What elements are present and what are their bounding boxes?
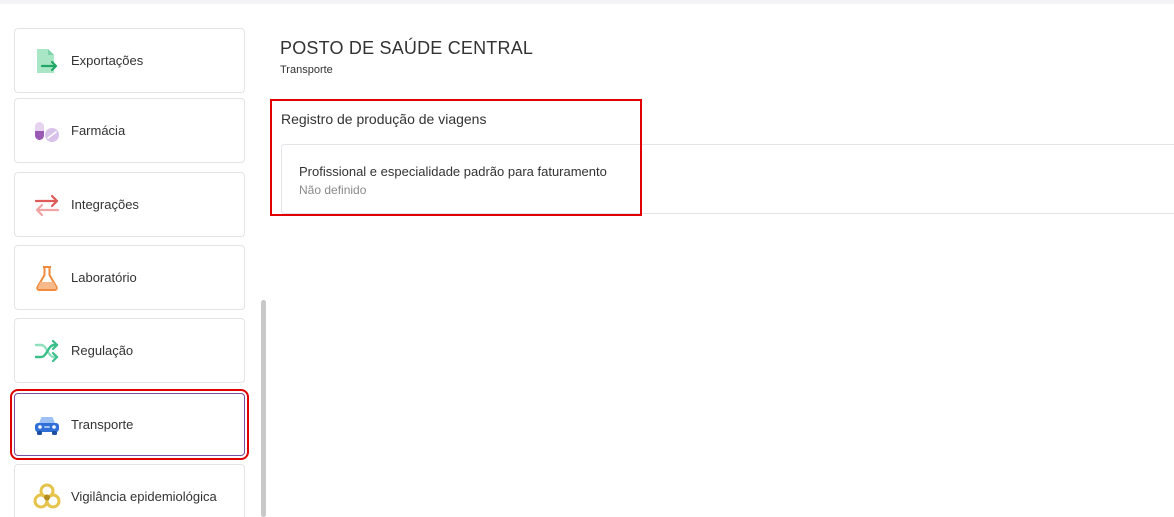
biohazard-icon bbox=[33, 483, 61, 511]
sidebar-item-exportacoes[interactable]: Exportações bbox=[14, 28, 245, 93]
billing-default-setting[interactable]: Profissional e especialidade padrão para… bbox=[281, 144, 1174, 214]
section-title: Registro de produção de viagens bbox=[281, 111, 487, 127]
main-content: POSTO DE SAÚDE CENTRAL Transporte Regist… bbox=[270, 4, 1174, 517]
sidebar-item-farmacia[interactable]: Farmácia bbox=[14, 98, 245, 163]
sidebar-scrollbar-thumb[interactable] bbox=[261, 300, 266, 517]
flask-icon bbox=[33, 264, 61, 292]
sidebar-item-label: Vigilância epidemiológica bbox=[71, 489, 217, 504]
page-subtitle: Transporte bbox=[280, 64, 333, 76]
sidebar-item-transporte[interactable]: Transporte bbox=[10, 389, 249, 460]
sidebar-item-label: Farmácia bbox=[71, 123, 126, 138]
sidebar-item-label: Transporte bbox=[71, 417, 134, 432]
sidebar-item-integracoes[interactable]: Integrações bbox=[14, 172, 245, 237]
setting-value: Não definido bbox=[299, 183, 367, 197]
sidebar-item-label: Regulação bbox=[71, 343, 134, 358]
arrows-exchange-icon bbox=[33, 191, 61, 219]
pills-icon bbox=[33, 117, 61, 145]
sidebar-item-label: Integrações bbox=[71, 197, 139, 212]
car-icon bbox=[33, 411, 61, 439]
sidebar-item-laboratorio[interactable]: Laboratório bbox=[14, 245, 245, 310]
setting-label: Profissional e especialidade padrão para… bbox=[299, 164, 607, 179]
sidebar-item-vigilancia-epidemiologica[interactable]: Vigilância epidemiológica bbox=[14, 464, 245, 517]
export-icon bbox=[33, 47, 61, 75]
sidebar-item-regulacao[interactable]: Regulação bbox=[14, 318, 245, 383]
sidebar-item-label: Laboratório bbox=[71, 270, 137, 285]
sidebar: Exportações Farmácia Integrações Laborat… bbox=[0, 4, 270, 517]
shuffle-icon bbox=[33, 337, 61, 365]
page-title: POSTO DE SAÚDE CENTRAL bbox=[280, 38, 534, 58]
sidebar-item-label: Exportações bbox=[71, 53, 144, 68]
